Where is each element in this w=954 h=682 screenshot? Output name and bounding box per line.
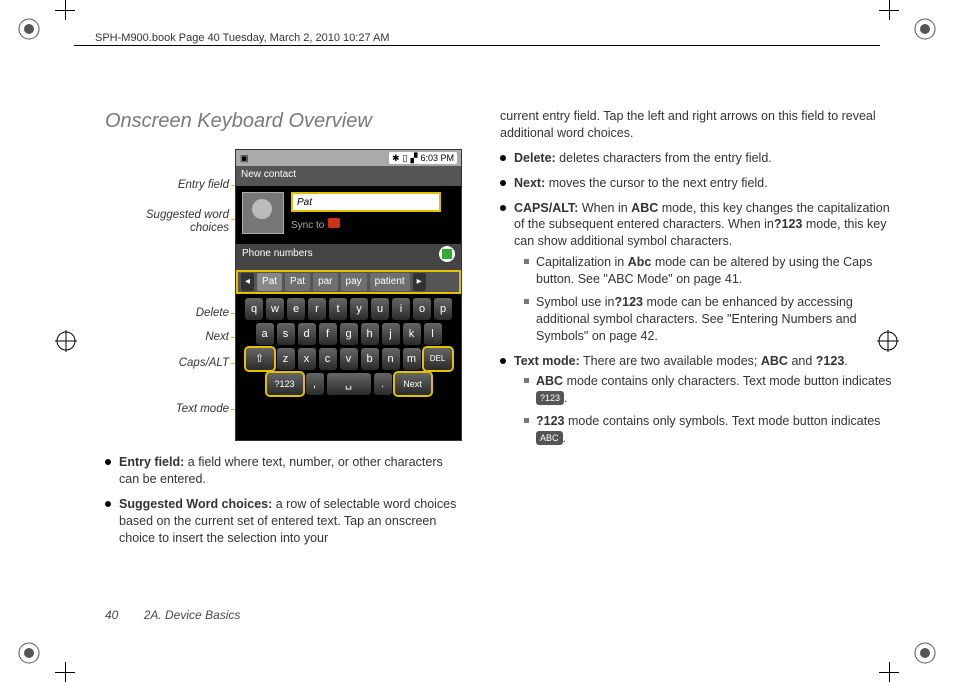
registration-icon [55,330,77,352]
bullet-next: Next: moves the cursor to the next entry… [500,175,895,192]
ornament-icon [18,642,40,664]
key-g[interactable]: g [340,323,358,345]
sync-target-icon [328,218,340,228]
ornament-icon [18,18,40,40]
crop-mark-icon [879,0,899,20]
callout-caps-alt: Caps/ALT [179,357,229,370]
key-x[interactable]: x [298,348,316,370]
ornament-icon [914,18,936,40]
candidate-item[interactable]: Pat [285,273,310,291]
key-c[interactable]: c [319,348,337,370]
key-e[interactable]: e [287,298,305,320]
key-d[interactable]: d [298,323,316,345]
subbullet-caps-abc: Capitalization in Abc mode can be altere… [524,254,895,288]
key-y[interactable]: y [350,298,368,320]
clock-text: 6:03 PM [420,152,454,164]
key-p[interactable]: p [434,298,452,320]
continuation-text: current entry field. Tap the left and ri… [500,108,895,142]
soft-keyboard: q w e r t y u i o p a s d [236,294,461,400]
callout-text-mode: Text mode [176,403,229,416]
key-z[interactable]: z [277,348,295,370]
key-r[interactable]: r [308,298,326,320]
candidate-item[interactable]: pay [341,273,367,291]
key-text-mode[interactable]: ?123 [267,373,303,395]
key-o[interactable]: o [413,298,431,320]
key-shift[interactable]: ⇧ [246,348,274,370]
bullet-suggested-words: Suggested Word choices: a row of selecta… [105,496,465,547]
ornament-icon [914,642,936,664]
key-space[interactable]: ␣ [327,373,371,395]
key-j[interactable]: j [382,323,400,345]
signal-icon: ▞ [411,152,418,164]
indicator-123-icon: ?123 [536,391,564,405]
key-period[interactable]: . [374,373,392,395]
key-u[interactable]: u [371,298,389,320]
key-w[interactable]: w [266,298,284,320]
bullet-delete: Delete: deletes characters from the entr… [500,150,895,167]
subbullet-caps-symbols: Symbol use in?123 mode can be enhanced b… [524,294,895,345]
key-f[interactable]: f [319,323,337,345]
key-i[interactable]: i [392,298,410,320]
sync-to-label: Sync to [291,218,340,233]
key-b[interactable]: b [361,348,379,370]
section-phone-numbers: Phone numbers [236,244,461,270]
running-head: SPH-M900.book Page 40 Tuesday, March 2, … [95,32,390,44]
candidate-item[interactable]: par [313,273,337,291]
callout-delete: Delete [196,307,229,320]
entry-field[interactable]: Pat [291,192,441,212]
key-delete[interactable]: DEL [424,348,452,370]
crop-mark-icon [55,0,75,20]
indicator-abc-icon: ABC [536,431,563,445]
chapter-title: 2A. Device Basics [144,608,241,622]
page-number: 40 [105,608,118,622]
subbullet-mode-abc: ABC mode contains only characters. Text … [524,373,895,407]
candidates-left-icon[interactable]: ◂ [241,273,254,291]
key-h[interactable]: h [361,323,379,345]
candidate-row[interactable]: ◂ Pat Pat par pay patient ▸ [236,270,461,294]
key-m[interactable]: m [403,348,421,370]
crop-mark-icon [55,662,75,682]
section-heading: Onscreen Keyboard Overview [105,108,465,135]
key-s[interactable]: s [277,323,295,345]
key-v[interactable]: v [340,348,358,370]
subbullet-mode-123: ?123 mode contains only symbols. Text mo… [524,413,895,447]
key-a[interactable]: a [256,323,274,345]
key-l[interactable]: l [424,323,442,345]
callout-next: Next [205,331,229,344]
bullet-text-mode: Text mode: There are two available modes… [500,353,895,447]
screen-title: New contact [236,166,461,186]
rule-line [74,45,880,46]
add-icon[interactable] [439,246,455,262]
crop-mark-icon [879,662,899,682]
key-n[interactable]: n [382,348,400,370]
callout-suggested-words: Suggested word choices [119,209,229,235]
key-comma[interactable]: , [306,373,324,395]
candidate-item[interactable]: patient [370,273,410,291]
callout-entry-field: Entry field [178,179,229,192]
status-bar: ▣ ✱▯▞6:03 PM [236,150,461,166]
key-q[interactable]: q [245,298,263,320]
bullet-entry-field: Entry field: a field where text, number,… [105,454,465,488]
candidate-item[interactable]: Pat [257,273,282,291]
bullet-caps-alt: CAPS/ALT: When in ABC mode, this key cha… [500,200,895,345]
key-k[interactable]: k [403,323,421,345]
nfc-icon: ▯ [403,152,408,164]
phone-screenshot: ▣ ✱▯▞6:03 PM New contact Pat Sync to Pho… [235,149,462,441]
keyboard-figure: Entry field Suggested word choices Delet… [105,149,465,444]
key-t[interactable]: t [329,298,347,320]
avatar-icon [242,192,284,234]
page-footer: 40 2A. Device Basics [105,608,240,622]
bt-icon: ✱ [392,152,400,164]
carrier-icon: ▣ [240,152,249,164]
candidates-right-icon[interactable]: ▸ [413,273,426,291]
key-next[interactable]: Next [395,373,431,395]
